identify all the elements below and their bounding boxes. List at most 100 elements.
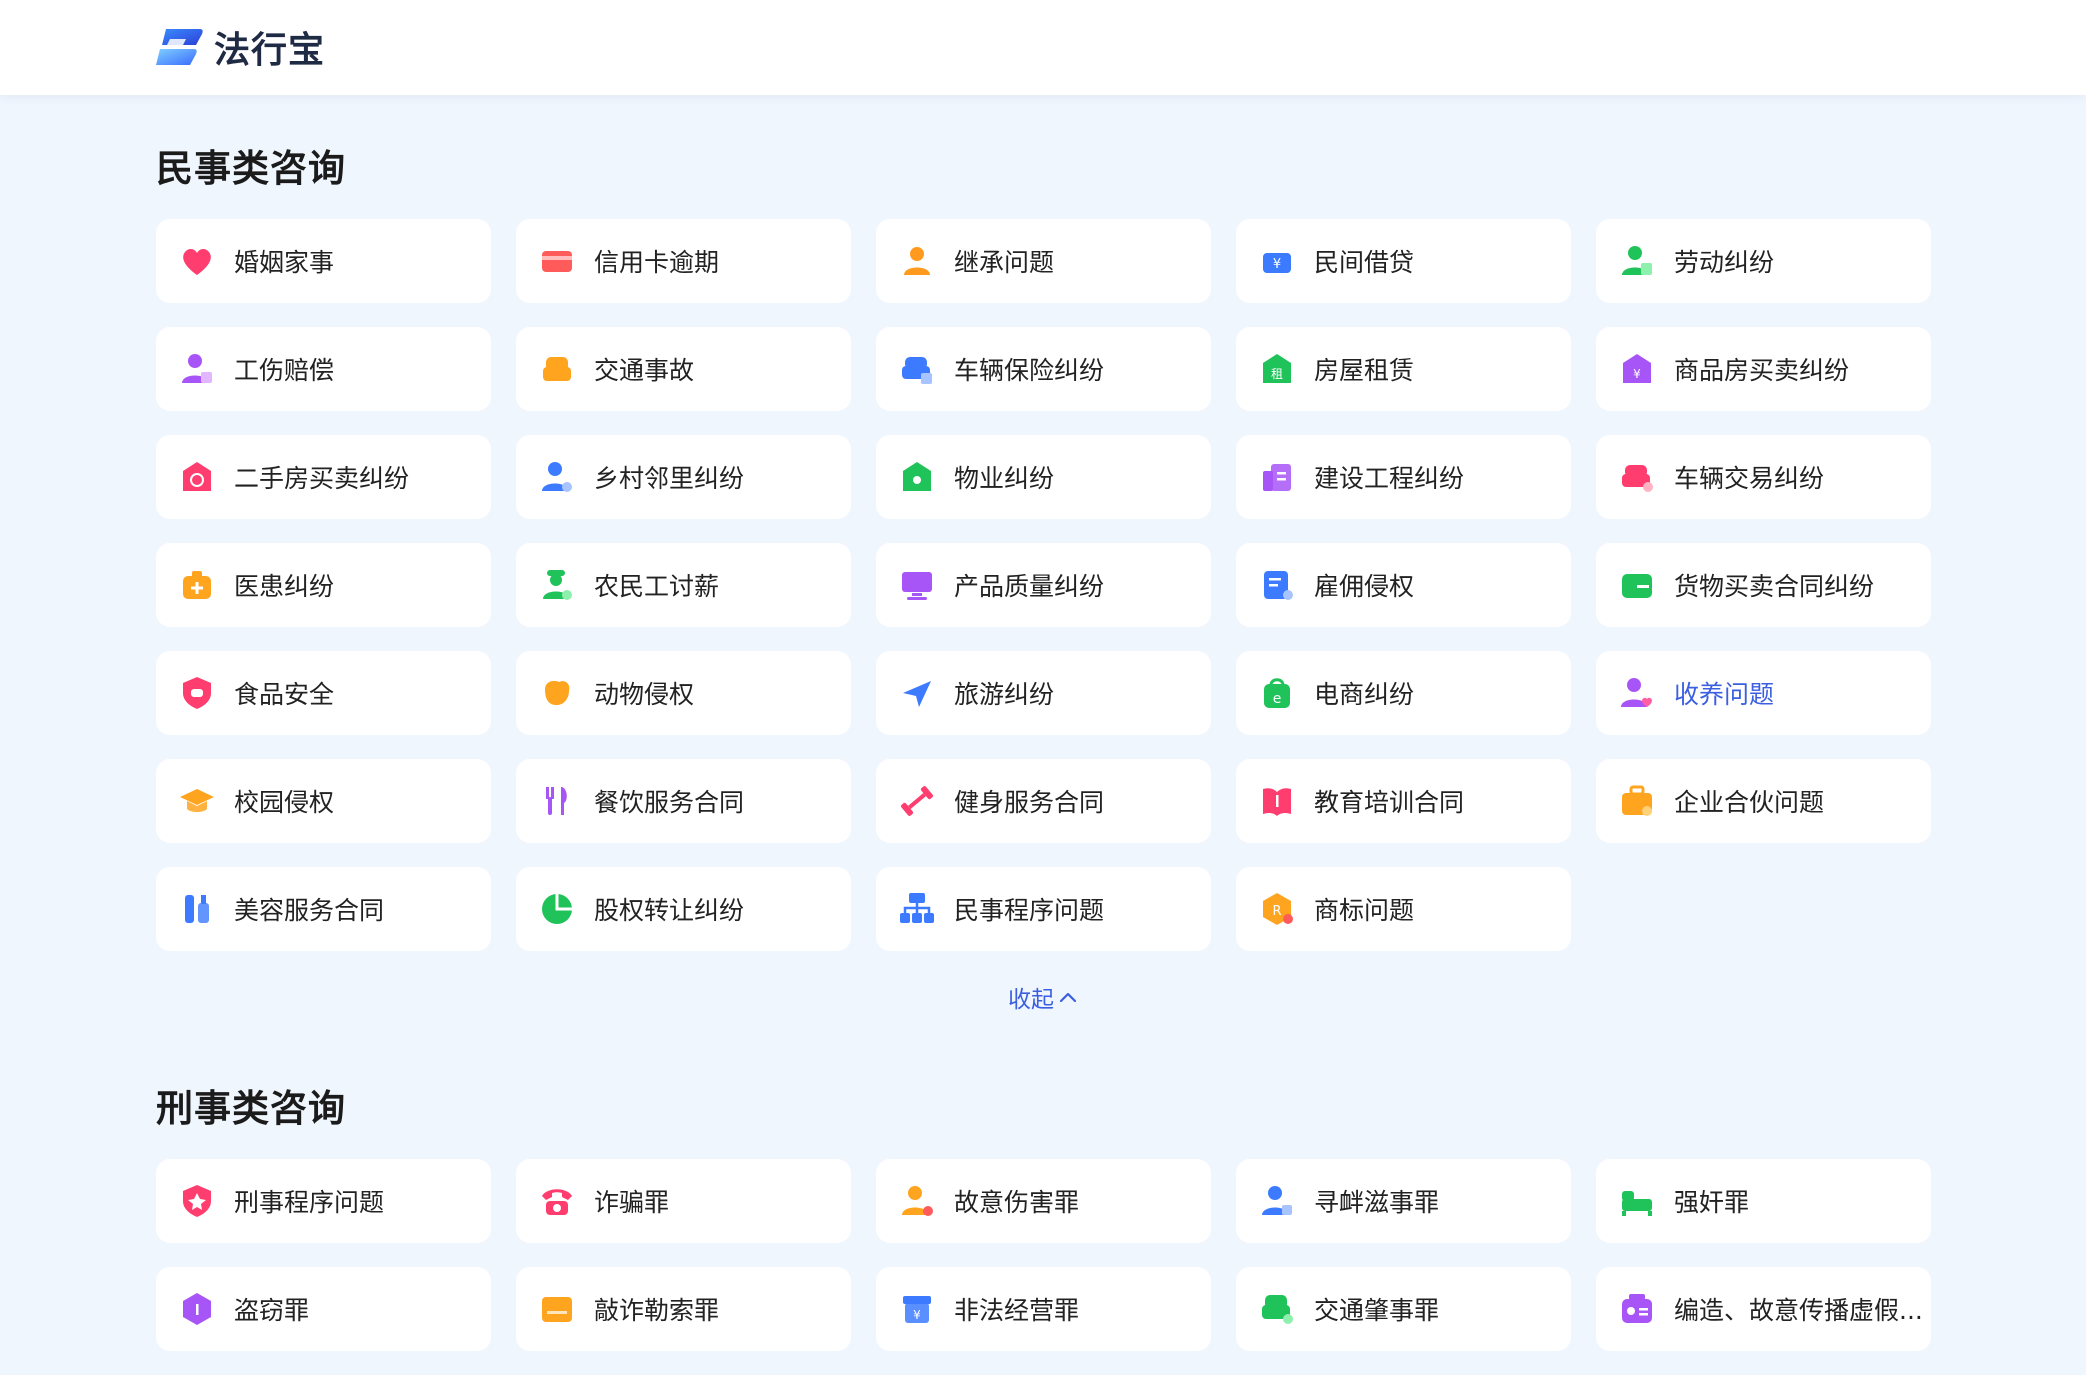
civil-category-card[interactable]: 美容服务合同 xyxy=(156,867,491,951)
category-label: 民间借贷 xyxy=(1314,248,1415,277)
civil-category-card[interactable]: 股权转让纠纷 xyxy=(516,867,851,951)
category-label: 医患纠纷 xyxy=(234,572,335,601)
criminal-category-card[interactable]: 寻衅滋事罪 xyxy=(1236,1159,1571,1243)
civil-category-card[interactable]: 动物侵权 xyxy=(516,651,851,735)
civil-category-card[interactable]: 工伤赔偿 xyxy=(156,327,491,411)
civil-category-card[interactable]: 二手房买卖纠纷 xyxy=(156,435,491,519)
adoption-icon xyxy=(1616,672,1658,714)
monitor-icon xyxy=(896,564,938,606)
category-label: 乡村邻里纠纷 xyxy=(594,464,745,493)
chevron-up-icon xyxy=(1059,992,1077,1003)
property-icon xyxy=(896,456,938,498)
category-label: 交通事故 xyxy=(594,356,695,385)
category-label: 企业合伙问题 xyxy=(1674,788,1825,817)
criminal-category-card[interactable]: 盗窃罪 xyxy=(156,1267,491,1351)
civil-category-card[interactable]: 收养问题 xyxy=(1596,651,1931,735)
civil-category-card[interactable]: 租 房屋租赁 xyxy=(1236,327,1571,411)
criminal-category-card[interactable]: 强奸罪 xyxy=(1596,1159,1931,1243)
criminal-category-card[interactable]: 交通肇事罪 xyxy=(1236,1267,1571,1351)
phone-icon xyxy=(536,1180,578,1222)
criminal-category-card[interactable]: 编造、故意传播虚假... xyxy=(1596,1267,1931,1351)
civil-category-card[interactable]: 医患纠纷 xyxy=(156,543,491,627)
criminal-category-card[interactable]: 诈骗罪 xyxy=(516,1159,851,1243)
cosmetics-icon xyxy=(176,888,218,930)
civil-grid: 婚姻家事 信用卡逾期 继承问题 ¥ 民间借贷 劳动纠纷工伤赔偿 交通事故 车辆保险纠纷 租 房屋租… xyxy=(156,219,1932,951)
civil-category-card[interactable]: 信用卡逾期 xyxy=(516,219,851,303)
civil-category-card[interactable]: 企业合伙问题 xyxy=(1596,759,1931,843)
category-label: 信用卡逾期 xyxy=(594,248,720,277)
category-label: 车辆保险纠纷 xyxy=(954,356,1105,385)
hierarchy-icon xyxy=(896,888,938,930)
civil-category-card[interactable]: 产品质量纠纷 xyxy=(876,543,1211,627)
person-icon xyxy=(896,240,938,282)
criminal-grid: 刑事程序问题 诈骗罪 故意伤害罪 寻衅滋事罪 强奸罪盗窃罪 敲诈勒索罪 ¥ 非法经营罪 交通肇事… xyxy=(156,1159,1932,1351)
pie-chart-icon xyxy=(536,888,578,930)
civil-category-card[interactable]: 货物买卖合同纠纷 xyxy=(1596,543,1931,627)
civil-category-card[interactable]: 健身服务合同 xyxy=(876,759,1211,843)
briefcase-icon xyxy=(1616,780,1658,822)
brand-name: 法行宝 xyxy=(214,30,326,71)
category-label: 民事程序问题 xyxy=(954,896,1105,925)
civil-category-card[interactable]: 民事程序问题 xyxy=(876,867,1211,951)
civil-category-card[interactable]: 农民工讨薪 xyxy=(516,543,851,627)
category-label: 农民工讨薪 xyxy=(594,572,720,601)
civil-category-card[interactable]: 物业纠纷 xyxy=(876,435,1211,519)
food-shield-icon xyxy=(176,672,218,714)
svg-text:¥: ¥ xyxy=(1273,257,1281,272)
category-label: 雇佣侵权 xyxy=(1314,572,1415,601)
house-exchange-icon xyxy=(176,456,218,498)
civil-category-card[interactable]: e 电商纠纷 xyxy=(1236,651,1571,735)
criminal-category-card[interactable]: 敲诈勒索罪 xyxy=(516,1267,851,1351)
civil-category-card[interactable]: 继承问题 xyxy=(876,219,1211,303)
civil-category-card[interactable]: 食品安全 xyxy=(156,651,491,735)
building-icon xyxy=(1256,456,1298,498)
criminal-category-card[interactable]: 刑事程序问题 xyxy=(156,1159,491,1243)
civil-category-card[interactable]: 校园侵权 xyxy=(156,759,491,843)
top-bar: 法行宝 xyxy=(0,0,2086,95)
shopping-bag-icon: e xyxy=(1256,672,1298,714)
radio-icon xyxy=(1616,1288,1658,1330)
criminal-category-card[interactable]: ¥ 非法经营罪 xyxy=(876,1267,1211,1351)
logo[interactable]: 法行宝 xyxy=(156,22,325,72)
category-label: 二手房买卖纠纷 xyxy=(234,464,410,493)
civil-category-card[interactable]: 教育培训合同 xyxy=(1236,759,1571,843)
category-label: 物业纠纷 xyxy=(954,464,1055,493)
civil-category-card[interactable]: 旅游纠纷 xyxy=(876,651,1211,735)
shop-yen-icon: ¥ xyxy=(896,1288,938,1330)
civil-category-card[interactable]: 车辆保险纠纷 xyxy=(876,327,1211,411)
civil-category-card[interactable]: 雇佣侵权 xyxy=(1236,543,1571,627)
category-label: 故意伤害罪 xyxy=(954,1188,1080,1217)
civil-category-card[interactable]: 交通事故 xyxy=(516,327,851,411)
category-label: 诈骗罪 xyxy=(594,1188,670,1217)
category-label: 车辆交易纠纷 xyxy=(1674,464,1825,493)
category-label: 校园侵权 xyxy=(234,788,335,817)
category-label: 继承问题 xyxy=(954,248,1055,277)
category-label: 房屋租赁 xyxy=(1314,356,1415,385)
rent-icon: 租 xyxy=(1256,348,1298,390)
bed-icon xyxy=(1616,1180,1658,1222)
svg-text:租: 租 xyxy=(1271,367,1283,381)
civil-category-card[interactable]: 劳动纠纷 xyxy=(1596,219,1931,303)
collapse-button[interactable]: 收起 xyxy=(1008,980,1078,1014)
civil-category-card[interactable]: 餐饮服务合同 xyxy=(516,759,851,843)
civil-category-card[interactable]: 建设工程纠纷 xyxy=(1236,435,1571,519)
category-label: 货物买卖合同纠纷 xyxy=(1674,572,1875,601)
category-label: 产品质量纠纷 xyxy=(954,572,1105,601)
book-icon xyxy=(1256,780,1298,822)
fork-knife-icon xyxy=(536,780,578,822)
category-label: 盗窃罪 xyxy=(234,1296,310,1325)
criminal-category-card[interactable]: 故意伤害罪 xyxy=(876,1159,1211,1243)
civil-category-card[interactable]: 乡村邻里纠纷 xyxy=(516,435,851,519)
category-label: 敲诈勒索罪 xyxy=(594,1296,720,1325)
category-label: 建设工程纠纷 xyxy=(1314,464,1465,493)
category-label: 股权转让纠纷 xyxy=(594,896,745,925)
civil-category-card[interactable]: R 商标问题 xyxy=(1236,867,1571,951)
category-label: 婚姻家事 xyxy=(234,248,335,277)
police-shield-icon xyxy=(176,1180,218,1222)
civil-category-card[interactable]: 车辆交易纠纷 xyxy=(1596,435,1931,519)
category-label: 商标问题 xyxy=(1314,896,1415,925)
civil-category-card[interactable]: ¥ 民间借贷 xyxy=(1236,219,1571,303)
category-label: 健身服务合同 xyxy=(954,788,1105,817)
civil-category-card[interactable]: ¥ 商品房买卖纠纷 xyxy=(1596,327,1931,411)
civil-category-card[interactable]: 婚姻家事 xyxy=(156,219,491,303)
